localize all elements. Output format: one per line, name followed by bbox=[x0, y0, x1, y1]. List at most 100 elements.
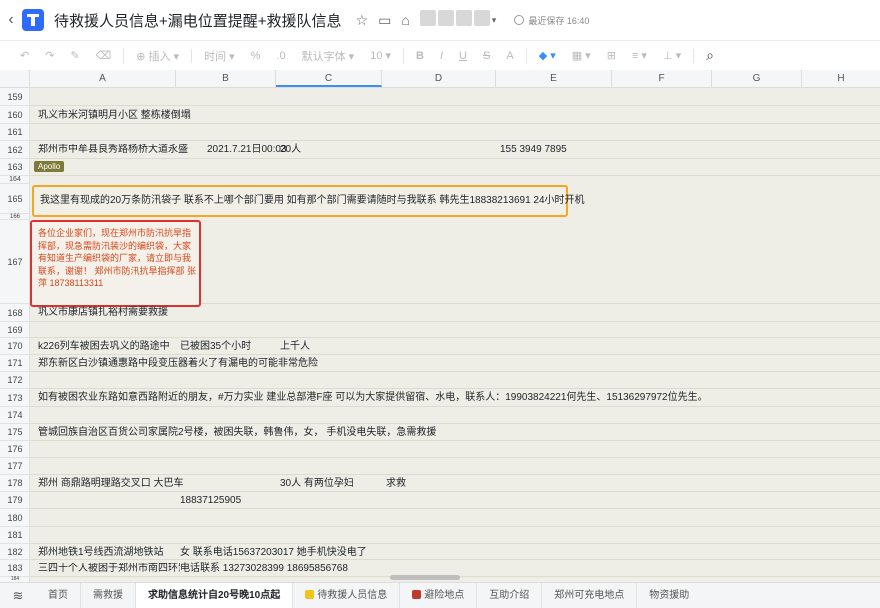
undo-icon[interactable]: ↶ bbox=[12, 49, 37, 62]
row-number[interactable]: 177 bbox=[0, 458, 30, 475]
row-number[interactable]: 171 bbox=[0, 355, 30, 372]
row-number[interactable]: 182 bbox=[0, 544, 30, 560]
cell-c162[interactable]: 20人 bbox=[280, 144, 301, 156]
time-button[interactable]: 时间 ▾ bbox=[196, 48, 243, 64]
row-number[interactable]: 161 bbox=[0, 124, 30, 141]
row-number[interactable]: 165 bbox=[0, 184, 30, 214]
sheet-grid[interactable]: 巩义市米河镇明月小区 整栋楼倒塌 郑州市中牟县良秀路杨桥大道永盛 2021.7.… bbox=[30, 88, 880, 582]
cell-a168[interactable]: 巩义市康店镇扎裕村需要救援 bbox=[38, 307, 168, 319]
row-number[interactable]: 169 bbox=[0, 322, 30, 338]
row-number[interactable]: 159 bbox=[0, 88, 30, 106]
back-icon[interactable]: ‹ bbox=[0, 11, 22, 29]
row-number[interactable]: 179 bbox=[0, 492, 30, 509]
column-header-a[interactable]: A bbox=[30, 70, 176, 87]
row-number[interactable]: 172 bbox=[0, 372, 30, 389]
tab-awaiting-rescue[interactable]: 待救援人员信息 bbox=[293, 582, 401, 608]
column-header-b[interactable]: B bbox=[176, 70, 276, 87]
column-header-d[interactable]: D bbox=[382, 70, 496, 87]
cell-b182[interactable]: 女 联系电话15637203017 她手机快没电了 bbox=[180, 547, 367, 559]
avatar[interactable] bbox=[437, 9, 454, 26]
bold-button[interactable]: B bbox=[408, 50, 432, 62]
format-painter-icon[interactable]: ✎ bbox=[62, 49, 87, 62]
font-select[interactable]: 默认字体 ▾ bbox=[294, 48, 363, 64]
decimal-icon[interactable]: .0 bbox=[268, 50, 293, 62]
row-number[interactable]: 178 bbox=[0, 475, 30, 492]
search-icon[interactable]: ⌕ bbox=[698, 47, 722, 64]
cell-b179[interactable]: 18837125905 bbox=[180, 495, 241, 507]
cell-a183[interactable]: 三四十个人被困于郑州市南四环紫 bbox=[38, 563, 180, 575]
cell-a165[interactable]: 我这里有现成的20万条防汛袋子 联系不上哪个部门要用 如有那个部门需要请随时与我… bbox=[40, 195, 585, 207]
cell-c178[interactable]: 30人 有两位孕妇 bbox=[280, 478, 354, 490]
underline-button[interactable]: U bbox=[451, 50, 475, 62]
column-header-h[interactable]: H bbox=[802, 70, 880, 87]
row-number[interactable]: 163 bbox=[0, 159, 30, 176]
row-number[interactable]: 180 bbox=[0, 509, 30, 527]
row-number[interactable]: 181 bbox=[0, 527, 30, 544]
tab-need-rescue[interactable]: 需救援 bbox=[81, 582, 136, 608]
horizontal-scrollbar[interactable] bbox=[390, 575, 460, 580]
document-title[interactable]: 待救援人员信息+漏电位置提醒+救援队信息 bbox=[54, 10, 342, 31]
cell-b170[interactable]: 已被困35个小时 bbox=[180, 341, 251, 353]
fill-color-icon[interactable]: ◆ ▾ bbox=[531, 49, 564, 62]
row-number[interactable]: 168 bbox=[0, 304, 30, 322]
row-number[interactable]: 164 bbox=[0, 176, 30, 184]
percent-icon[interactable]: % bbox=[243, 50, 269, 62]
cell-a178[interactable]: 郑州 商鼎路明理路交叉口 大巴车 bbox=[38, 478, 184, 490]
row-number[interactable]: 175 bbox=[0, 424, 30, 441]
merge-icon[interactable]: ⊞ bbox=[599, 49, 624, 62]
row-number[interactable]: 173 bbox=[0, 389, 30, 407]
cell-a182[interactable]: 郑州地铁1号线西流湖地铁站 bbox=[38, 547, 164, 559]
cell-a160[interactable]: 巩义市米河镇明月小区 整栋楼倒塌 bbox=[38, 110, 191, 122]
cell-e162[interactable]: 155 3949 7895 bbox=[500, 144, 567, 156]
tab-mutual-aid[interactable]: 互助介绍 bbox=[477, 582, 543, 608]
tab-supplies[interactable]: 物资援助 bbox=[637, 583, 701, 608]
cell-d178[interactable]: 求救 bbox=[386, 478, 406, 490]
row-number[interactable]: 174 bbox=[0, 407, 30, 424]
column-header-e[interactable]: E bbox=[496, 70, 612, 87]
italic-button[interactable]: I bbox=[432, 50, 451, 62]
cell-a175[interactable]: 管城回族自治区百货公司家属院2号楼，被困失联，韩鲁伟，女， 手机没电失联，急需救… bbox=[38, 427, 436, 439]
collaborators-avatars[interactable] bbox=[419, 9, 492, 31]
column-header-f[interactable]: F bbox=[612, 70, 712, 87]
cell-b183[interactable]: 电话联系 13273028399 18695856768 bbox=[180, 563, 348, 575]
cell-a173[interactable]: 如有被困农业东路如意西路附近的朋友，#万力实业 建业总部港F座 可以为大家提供留… bbox=[38, 392, 708, 404]
share-icon[interactable]: ⌂ bbox=[401, 12, 409, 28]
cell-a162[interactable]: 郑州市中牟县良秀路杨桥大道永盛 bbox=[38, 144, 196, 156]
avatar[interactable] bbox=[473, 9, 490, 26]
tab-charging[interactable]: 郑州可充电地点 bbox=[542, 582, 638, 608]
strike-button[interactable]: S bbox=[475, 50, 498, 62]
row-number[interactable]: 170 bbox=[0, 338, 30, 355]
valign-icon[interactable]: ⊥ ▾ bbox=[655, 49, 689, 62]
row-number[interactable]: 176 bbox=[0, 441, 30, 458]
align-icon[interactable]: ≡ ▾ bbox=[624, 49, 655, 62]
insert-button[interactable]: ⊕ 插入 ▾ bbox=[128, 48, 187, 64]
clear-format-icon[interactable]: ⌫ bbox=[88, 49, 120, 62]
bed-icon bbox=[412, 589, 422, 599]
font-size-select[interactable]: 10 ▾ bbox=[362, 49, 399, 62]
cell-a167[interactable]: 各位企业家们，现在郑州市防汛抗旱指挥部，现急需防汛装沙的编织袋，大家有知道生产编… bbox=[38, 227, 198, 290]
cell-b162[interactable]: 2021.7.21日00:03 bbox=[207, 144, 287, 156]
tab-shelters[interactable]: 避险地点 bbox=[400, 582, 478, 608]
layers-icon[interactable]: ≋ bbox=[0, 588, 36, 604]
cell-c170[interactable]: 上千人 bbox=[280, 341, 310, 353]
toolbar: ↶ ↷ ✎ ⌫ ⊕ 插入 ▾ 时间 ▾ % .0 默认字体 ▾ 10 ▾ B I… bbox=[0, 40, 880, 70]
row-number[interactable]: 183 bbox=[0, 560, 30, 577]
doc-info-icon[interactable]: ▭ bbox=[378, 12, 391, 29]
redo-icon[interactable]: ↷ bbox=[37, 49, 62, 62]
column-header-c[interactable]: C bbox=[276, 70, 382, 87]
row-number[interactable]: 162 bbox=[0, 141, 30, 159]
select-all-corner[interactable] bbox=[0, 70, 30, 87]
column-header-g[interactable]: G bbox=[712, 70, 802, 87]
cell-a171[interactable]: 郑东新区白沙镇通惠路中段变压器着火了有漏电的可能非常危险 bbox=[38, 358, 318, 370]
row-number[interactable]: 160 bbox=[0, 106, 30, 124]
cell-a170[interactable]: k226列车被困去巩义的路途中 bbox=[38, 341, 170, 353]
tab-help-stats[interactable]: 求助信息统计自20号晚10点起 bbox=[136, 582, 294, 608]
text-color-icon[interactable]: A bbox=[498, 50, 521, 62]
tab-home[interactable]: 首页 bbox=[36, 582, 81, 608]
row-number[interactable]: 167 bbox=[0, 220, 30, 304]
chevron-down-icon[interactable]: ▾ bbox=[492, 15, 497, 26]
border-icon[interactable]: ▦ ▾ bbox=[564, 49, 599, 62]
avatar[interactable] bbox=[455, 9, 472, 26]
star-icon[interactable]: ☆ bbox=[356, 12, 369, 29]
avatar[interactable] bbox=[419, 9, 436, 26]
